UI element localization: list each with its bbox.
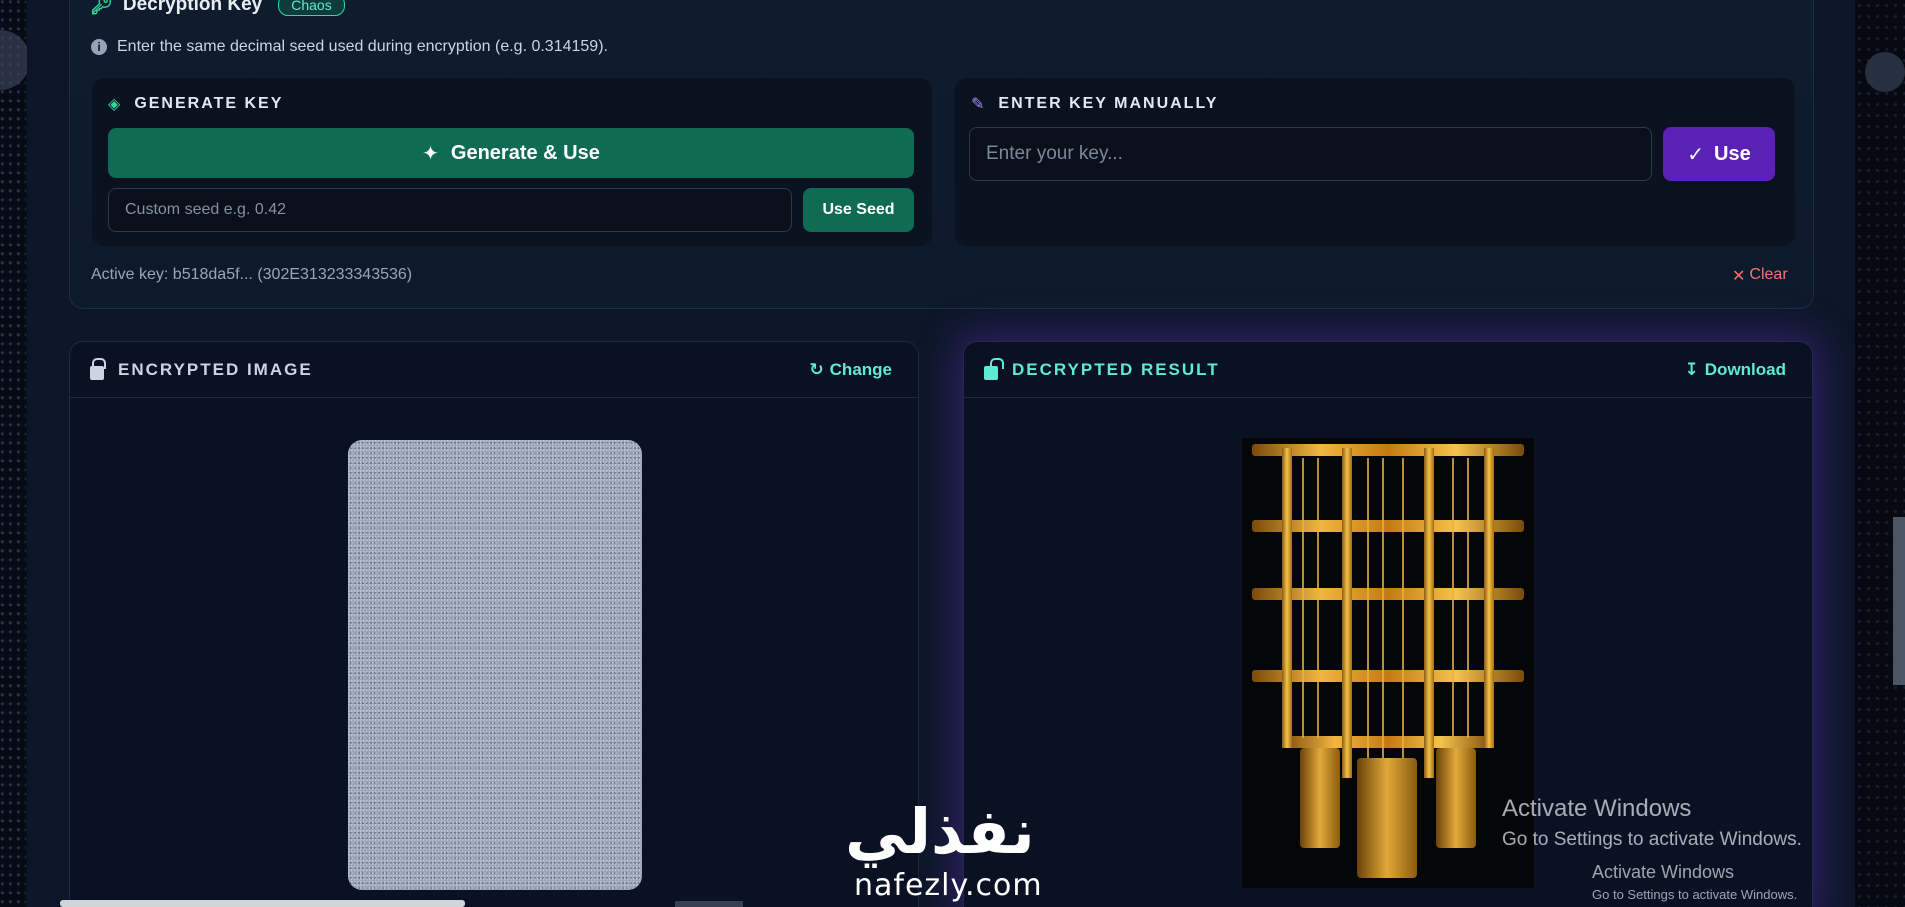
horizontal-scrollbar-segment bbox=[675, 901, 743, 907]
horizontal-scrollbar[interactable] bbox=[60, 900, 465, 907]
encrypted-image-title-text: ENCRYPTED IMAGE bbox=[118, 359, 313, 379]
manual-key-label: ✎ ENTER KEY MANUALLY bbox=[971, 94, 1218, 114]
activate-windows-title: Activate Windows bbox=[1502, 795, 1692, 822]
qc-column bbox=[1424, 448, 1434, 778]
refresh-icon: ↻ bbox=[809, 360, 824, 379]
background-left-edge bbox=[0, 0, 26, 907]
check-icon: ✓ bbox=[1687, 143, 1705, 166]
nafezly-logo: نفذلي bbox=[845, 795, 1035, 868]
clear-key-label: Clear bbox=[1749, 266, 1788, 283]
decrypted-result-header: DECRYPTED RESULT ↧ Download bbox=[964, 342, 1812, 398]
lock-icon bbox=[90, 357, 106, 380]
qc-wire bbox=[1402, 458, 1404, 758]
decrypted-result-title-text: DECRYPTED RESULT bbox=[1012, 359, 1220, 379]
encrypted-image-header: ENCRYPTED IMAGE ↻ Change bbox=[70, 342, 918, 398]
active-key-status: Active key: b518da5f... (302E31323334353… bbox=[91, 266, 413, 283]
download-button[interactable]: ↧ Download bbox=[1685, 360, 1786, 380]
qc-tube bbox=[1436, 748, 1476, 848]
unlock-icon bbox=[984, 357, 1004, 380]
qc-wire bbox=[1452, 458, 1454, 738]
magic-wand-icon: ✦ bbox=[422, 142, 439, 165]
seed-hint: i Enter the same decimal seed used durin… bbox=[91, 38, 608, 56]
clear-key-button[interactable]: ✕ Clear bbox=[1732, 266, 1788, 286]
close-icon: ✕ bbox=[1732, 268, 1746, 285]
change-image-label: Change bbox=[829, 360, 892, 379]
download-icon: ↧ bbox=[1684, 360, 1699, 379]
manual-key-panel: ✎ ENTER KEY MANUALLY ✓ Use bbox=[955, 78, 1795, 246]
generate-and-use-label: Generate & Use bbox=[450, 141, 600, 164]
use-seed-button[interactable]: Use Seed bbox=[803, 188, 914, 232]
encrypted-noise-image bbox=[348, 440, 642, 890]
qc-column bbox=[1282, 448, 1292, 748]
use-key-label: Use bbox=[1714, 142, 1751, 165]
manual-key-input[interactable] bbox=[969, 127, 1652, 181]
decryption-key-title: Decryption Key bbox=[122, 0, 263, 15]
mode-badge: Chaos bbox=[278, 0, 345, 16]
generate-and-use-button[interactable]: ✦ Generate & Use bbox=[108, 128, 914, 178]
change-image-button[interactable]: ↻ Change bbox=[809, 360, 892, 380]
decryption-key-header: 🔑︎ Decryption Key Chaos bbox=[90, 0, 345, 16]
qc-column bbox=[1484, 448, 1494, 748]
qc-tube bbox=[1357, 758, 1417, 878]
qc-wire bbox=[1317, 458, 1319, 738]
generate-key-label-text: GENERATE KEY bbox=[134, 95, 284, 112]
qc-column bbox=[1342, 448, 1352, 778]
key-icon: 🔑︎ bbox=[90, 0, 113, 15]
activate-windows-subtitle: Go to Settings to activate Windows. bbox=[1502, 829, 1802, 850]
custom-seed-input[interactable] bbox=[108, 188, 792, 232]
pencil-icon: ✎ bbox=[971, 96, 987, 113]
background-right-edge bbox=[1855, 0, 1905, 907]
dice-icon: ◈ bbox=[108, 96, 123, 113]
download-label: Download bbox=[1704, 360, 1786, 379]
encrypted-image-card: ENCRYPTED IMAGE ↻ Change bbox=[69, 341, 919, 907]
background-right-blob bbox=[1865, 52, 1905, 92]
qc-plate bbox=[1282, 736, 1494, 748]
encrypted-image-title: ENCRYPTED IMAGE bbox=[90, 357, 313, 380]
qc-tube bbox=[1300, 748, 1340, 848]
qc-wire bbox=[1467, 458, 1469, 738]
info-icon: i bbox=[91, 39, 107, 55]
activate-windows-title-2: Activate Windows bbox=[1592, 862, 1735, 882]
vertical-scrollbar[interactable] bbox=[1893, 517, 1905, 685]
manual-key-label-text: ENTER KEY MANUALLY bbox=[998, 95, 1219, 112]
activate-windows-subtitle-2: Go to Settings to activate Windows. bbox=[1592, 887, 1798, 902]
qc-wire bbox=[1367, 458, 1369, 758]
use-key-button[interactable]: ✓ Use bbox=[1663, 127, 1775, 181]
generate-key-label: ◈ GENERATE KEY bbox=[108, 94, 283, 114]
nafezly-url: nafezly.com bbox=[854, 868, 1043, 903]
seed-hint-text: Enter the same decimal seed used during … bbox=[117, 38, 608, 55]
generate-key-panel: ◈ GENERATE KEY ✦ Generate & Use Use Seed bbox=[92, 78, 932, 246]
qc-wire bbox=[1302, 458, 1304, 738]
qc-wire bbox=[1382, 458, 1384, 758]
decrypted-result-title: DECRYPTED RESULT bbox=[984, 357, 1220, 380]
decrypted-quantum-computer-image bbox=[1242, 438, 1534, 888]
